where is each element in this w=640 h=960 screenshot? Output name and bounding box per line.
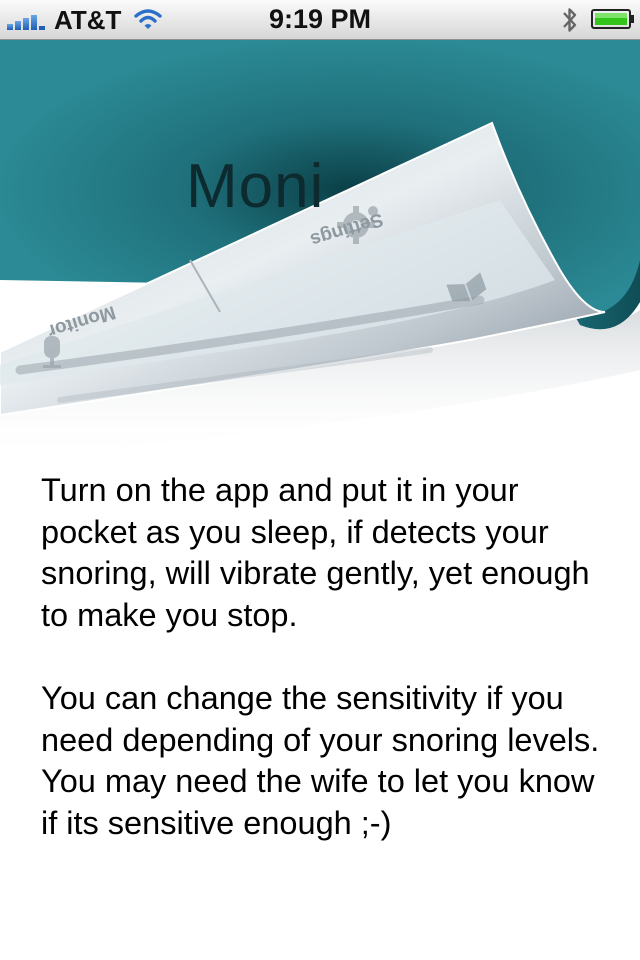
description: Turn on the app and put it in your pocke… [41, 470, 601, 886]
status-bar: AT&T 9:19 PM [0, 0, 640, 40]
page-title-partial: Moni [186, 152, 325, 221]
battery-icon [591, 9, 634, 29]
status-time: 9:19 PM [268, 4, 372, 34]
page-curl[interactable]: Monitor Settings Moni [0, 40, 640, 460]
page-curl-graphic: Monitor Settings [0, 40, 640, 460]
screen: AT&T 9:19 PM Monitor Settings Moni Turn … [0, 0, 640, 960]
bluetooth-icon [563, 8, 577, 32]
description-paragraph-2: You can change the sensitivity if you ne… [41, 680, 600, 841]
description-paragraph-1: Turn on the app and put it in your pocke… [41, 472, 590, 633]
